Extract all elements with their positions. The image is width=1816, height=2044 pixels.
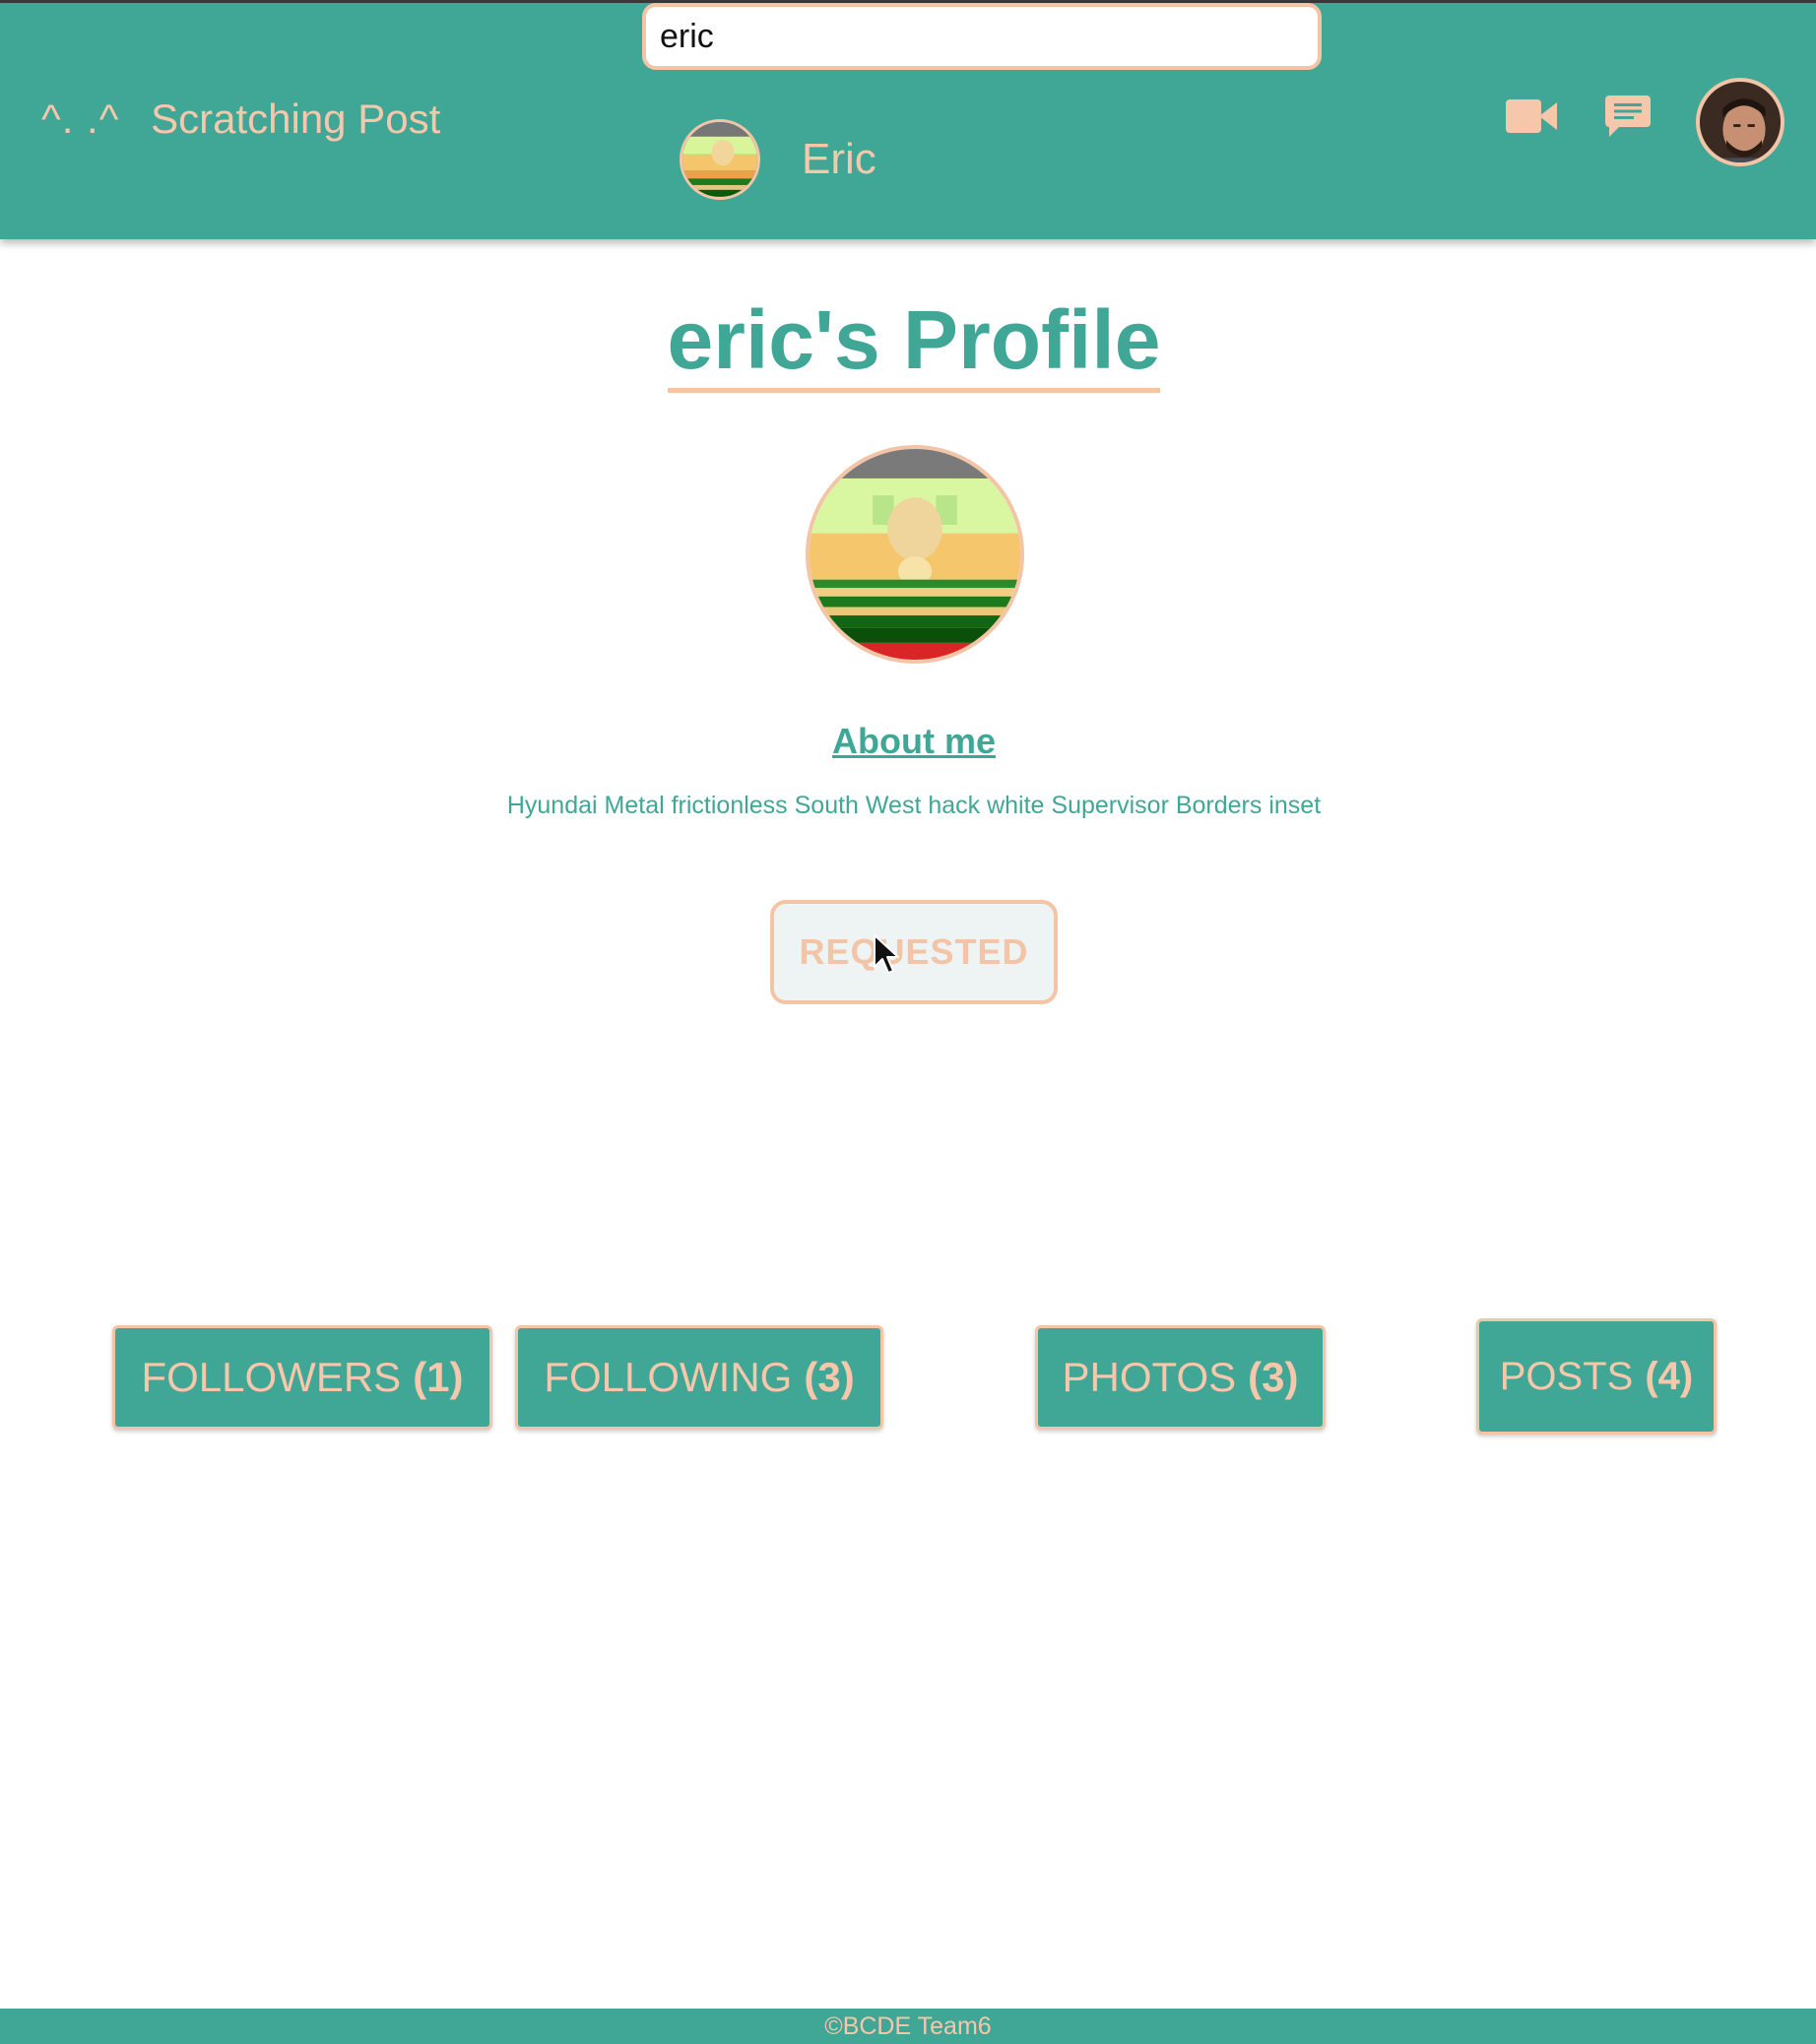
search-input[interactable] [642,3,1322,70]
footer-text: ©BCDE Team6 [824,2012,992,2040]
follow-request-button[interactable]: REQUESTED [770,900,1058,1004]
followers-button[interactable]: FOLLOWERS (1) [112,1325,492,1430]
suggestion-avatar [680,119,760,200]
current-user-avatar[interactable] [1696,78,1784,166]
profile-avatar [806,445,1024,664]
page-title: eric's Profile [0,295,1816,393]
followers-label: FOLLOWERS [141,1354,402,1400]
photos-label: PHOTOS [1062,1354,1237,1400]
suggestion-name: Eric [802,135,876,183]
followers-count: (1) [413,1354,464,1400]
brand-logo: ^. .^ [41,96,120,142]
search-suggestion-item[interactable]: Eric [680,115,876,204]
page-footer: ©BCDE Team6 [0,2009,1816,2044]
chat-bubble-icon[interactable] [1605,96,1651,142]
about-text: Hyundai Metal frictionless South West ha… [506,792,1322,819]
posts-label: POSTS [1499,1354,1634,1398]
brand-link[interactable]: ^. .^ Scratching Post [41,94,440,145]
about-heading: About me [832,721,996,761]
brand-name: Scratching Post [151,96,441,142]
following-count: (3) [804,1354,855,1400]
mouse-cursor-icon [873,933,900,982]
page-title-text: eric's Profile [667,295,1161,393]
photos-button[interactable]: PHOTOS (3) [1035,1325,1326,1430]
posts-count: (4) [1645,1354,1694,1398]
photos-count: (3) [1248,1354,1299,1400]
following-label: FOLLOWING [544,1354,793,1400]
following-button[interactable]: FOLLOWING (3) [515,1325,883,1430]
posts-button[interactable]: POSTS (4) [1476,1318,1717,1435]
video-camera-icon[interactable] [1506,99,1557,138]
